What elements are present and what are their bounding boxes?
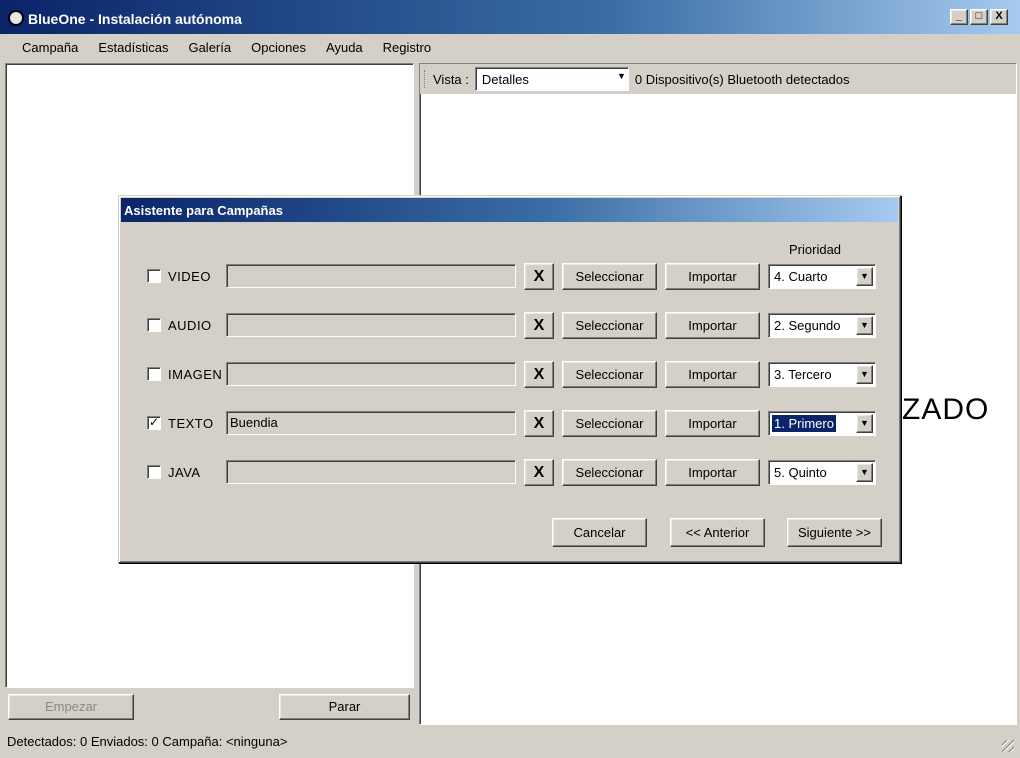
texto-checkbox[interactable]: ✓ [147,416,161,430]
texto-priority-select[interactable]: 1. Primero ▼ [768,411,876,436]
texto-clear-button[interactable]: X [524,410,554,437]
vista-select[interactable]: Detalles ▼ [474,67,629,91]
background-status-text: ZADO [902,393,990,426]
video-select-button[interactable]: Seleccionar [562,263,657,290]
java-file-field[interactable] [226,460,516,484]
audio-priority-value: 2. Segundo [774,318,841,333]
window-title: BlueOne - Instalación autónoma [28,11,242,27]
java-priority-value: 5. Quinto [774,465,827,480]
resize-grip-icon[interactable] [1002,740,1014,752]
dropdown-arrow-icon[interactable]: ▼ [856,463,873,482]
java-label: JAVA [168,465,201,480]
dropdown-arrow-icon[interactable]: ▼ [617,71,626,81]
campaign-wizard-dialog: Asistente para Campañas Prioridad VIDEO … [118,195,901,563]
java-priority-select[interactable]: 5. Quinto ▼ [768,460,876,485]
dropdown-arrow-icon[interactable]: ▼ [856,316,873,335]
dropdown-arrow-icon[interactable]: ▼ [856,267,873,286]
imagen-priority-select[interactable]: 3. Tercero ▼ [768,362,876,387]
video-import-button[interactable]: Importar [665,263,760,290]
menu-registro[interactable]: Registro [383,40,431,55]
view-toolbar: Vista : Detalles ▼ 0 Dispositivo(s) Blue… [420,64,1016,94]
next-button[interactable]: Siguiente >> [787,518,882,547]
media-row-imagen: IMAGEN X Seleccionar Importar 3. Tercero… [119,361,900,389]
imagen-clear-button[interactable]: X [524,361,554,388]
menu-opciones[interactable]: Opciones [251,40,306,55]
java-select-button[interactable]: Seleccionar [562,459,657,486]
java-checkbox[interactable] [147,465,161,479]
close-button[interactable]: X [990,9,1008,25]
audio-file-field[interactable] [226,313,516,337]
java-clear-button[interactable]: X [524,459,554,486]
dropdown-arrow-icon[interactable]: ▼ [856,414,873,433]
menu-galeria[interactable]: Galería [188,40,231,55]
java-import-button[interactable]: Importar [665,459,760,486]
window-titlebar: BlueOne - Instalación autónoma _ □ X [0,0,1020,34]
start-button[interactable]: Empezar [8,694,134,720]
status-text: Detectados: 0 Enviados: 0 Campaña: <ning… [7,734,288,749]
menu-campana[interactable]: Campaña [22,40,78,55]
video-clear-button[interactable]: X [524,263,554,290]
bluetooth-app-icon [8,10,24,26]
status-bar: Detectados: 0 Enviados: 0 Campaña: <ning… [0,728,1020,758]
media-row-java: JAVA X Seleccionar Importar 5. Quinto ▼ [119,459,900,487]
devices-count-text: 0 Dispositivo(s) Bluetooth detectados [634,71,850,87]
dropdown-arrow-icon[interactable]: ▼ [856,365,873,384]
stop-button[interactable]: Parar [279,694,410,720]
cancel-button[interactable]: Cancelar [552,518,647,547]
audio-select-button[interactable]: Seleccionar [562,312,657,339]
imagen-file-field[interactable] [226,362,516,386]
dialog-title: Asistente para Campañas [121,198,898,222]
media-row-texto: ✓ TEXTO Buendia X Seleccionar Importar 1… [119,410,900,438]
audio-clear-button[interactable]: X [524,312,554,339]
audio-checkbox[interactable] [147,318,161,332]
texto-priority-value: 1. Primero [771,414,837,433]
toolbar-grip[interactable] [424,70,427,88]
menu-bar: Campaña Estadísticas Galería Opciones Ay… [0,35,1020,60]
imagen-priority-value: 3. Tercero [774,367,832,382]
texto-select-button[interactable]: Seleccionar [562,410,657,437]
video-priority-value: 4. Cuarto [774,269,828,284]
audio-label: AUDIO [168,318,212,333]
texto-file-field[interactable]: Buendia [226,411,516,435]
video-checkbox[interactable] [147,269,161,283]
audio-import-button[interactable]: Importar [665,312,760,339]
media-row-video: VIDEO X Seleccionar Importar 4. Cuarto ▼ [119,263,900,291]
maximize-button[interactable]: □ [970,9,988,25]
video-label: VIDEO [168,269,211,284]
priority-column-label: Prioridad [789,242,842,257]
vista-label: Vista : [433,71,469,87]
texto-label: TEXTO [168,416,214,431]
vista-value: Detalles [481,72,529,87]
window-controls: _ □ X [950,9,1008,25]
video-priority-select[interactable]: 4. Cuarto ▼ [768,264,876,289]
texto-import-button[interactable]: Importar [665,410,760,437]
imagen-label: IMAGEN [168,367,223,382]
previous-button[interactable]: << Anterior [670,518,765,547]
imagen-select-button[interactable]: Seleccionar [562,361,657,388]
media-row-audio: AUDIO X Seleccionar Importar 2. Segundo … [119,312,900,340]
audio-priority-select[interactable]: 2. Segundo ▼ [768,313,876,338]
imagen-import-button[interactable]: Importar [665,361,760,388]
minimize-button[interactable]: _ [950,9,968,25]
video-file-field[interactable] [226,264,516,288]
menu-ayuda[interactable]: Ayuda [326,40,363,55]
menu-estadisticas[interactable]: Estadísticas [98,40,168,55]
imagen-checkbox[interactable] [147,367,161,381]
